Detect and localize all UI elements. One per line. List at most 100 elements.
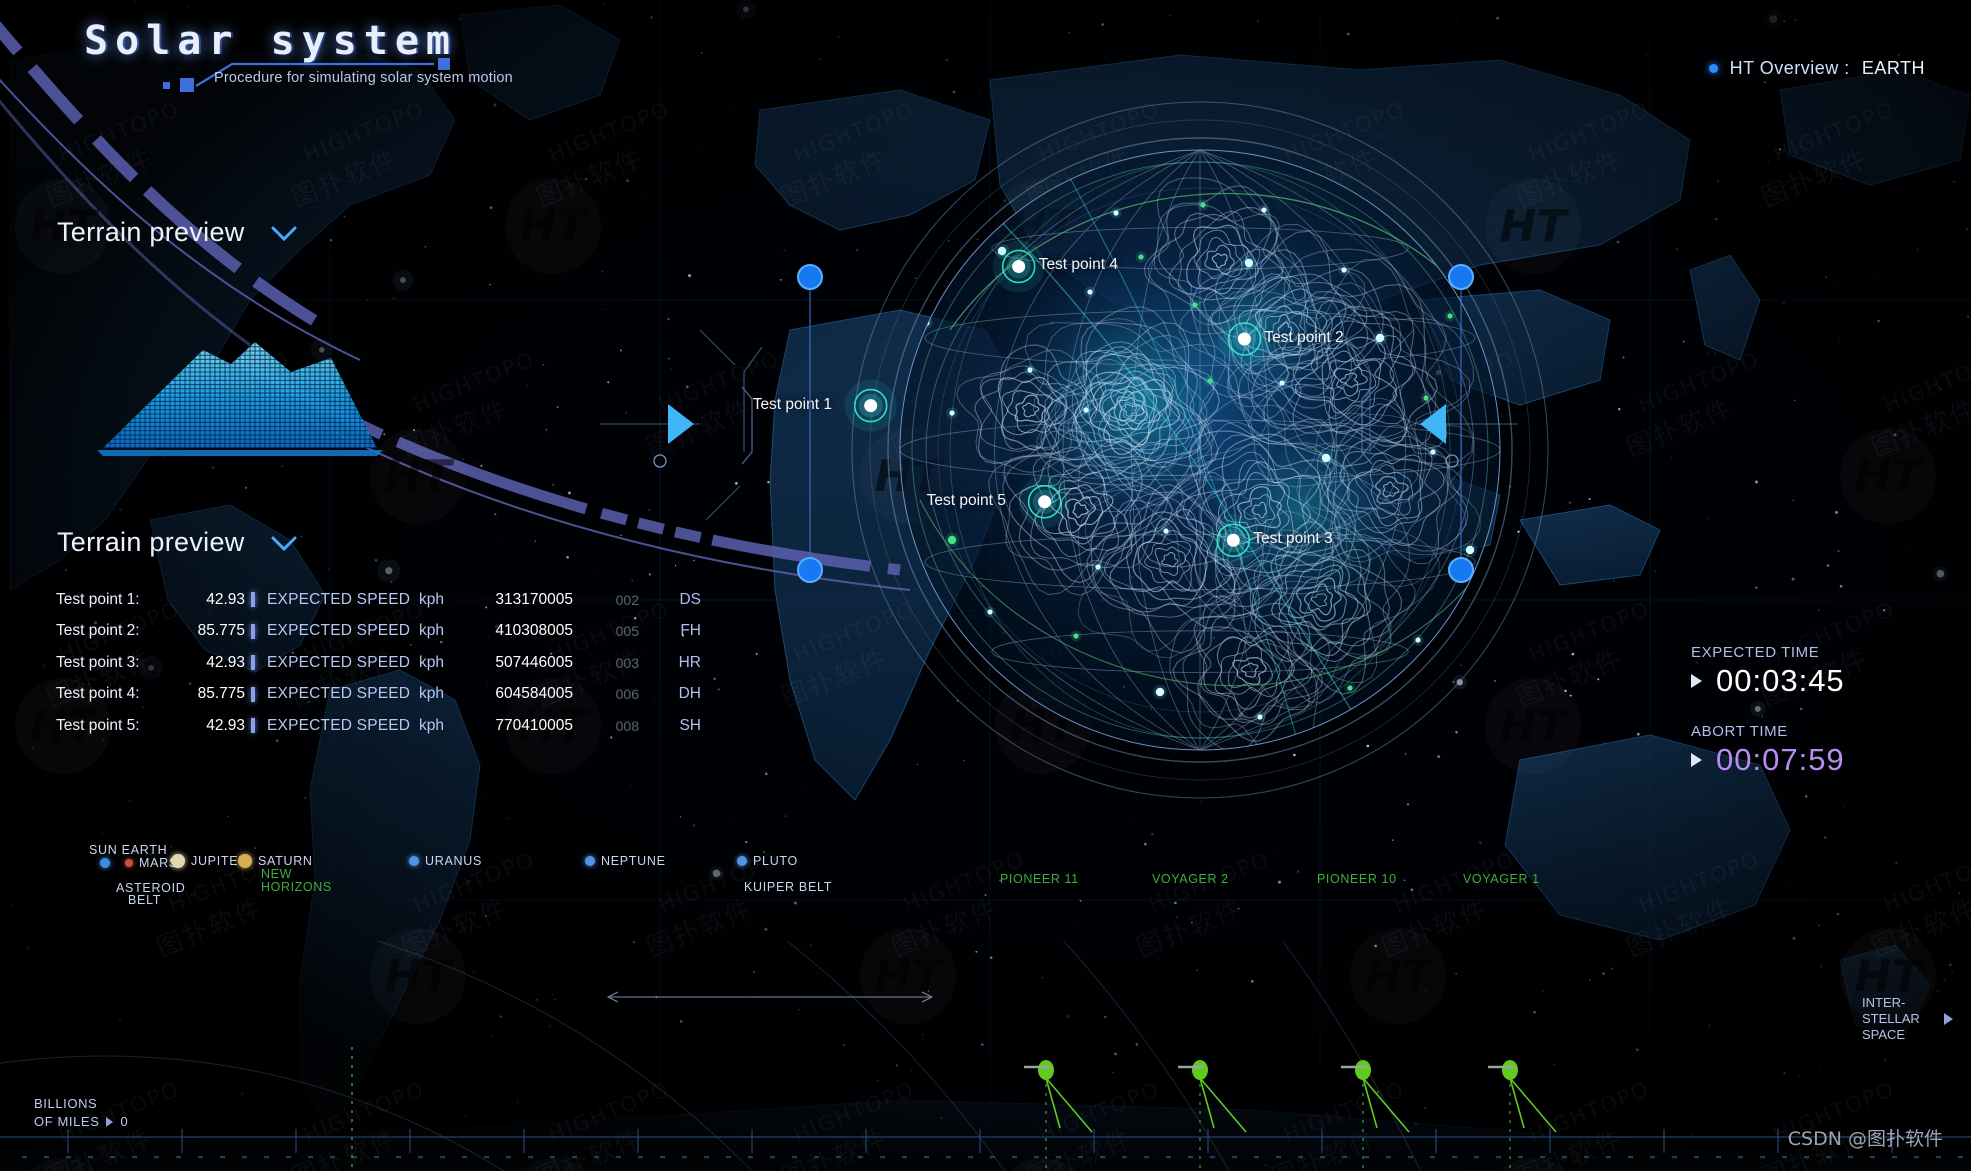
planet-dot-icon [100,858,110,868]
dashboard-root: HIGHTOPO 图扑软件 HT HIGHTOPO 图扑软件 HIGHTOPO 图扑软件 HT… [0,0,1971,1171]
status-dot-icon [1708,64,1718,73]
test-point-table: Test point 1: 42.93 EXPECTED SPEED kph 31317… [56,584,701,742]
table-row[interactable]: Test point 2: 85.775 EXPECTED SPEED kph 4103… [56,616,701,648]
row-value: 42.93 [206,590,245,608]
overview-label: HT Overview : [1729,58,1850,78]
chevron-down-icon[interactable] [271,225,297,241]
radar-test-point-label[interactable]: Test point 1 [753,396,832,414]
row-expected-speed-label: EXPECTED SPEED [267,716,411,734]
row-code: 006 [615,686,639,703]
row-abbr: SH [679,716,701,734]
row-expected-speed-label: EXPECTED SPEED [267,590,411,608]
play-triangle-icon[interactable] [1691,753,1702,767]
overview-indicator[interactable]: HT Overview : EARTH [1708,58,1925,79]
row-code: 003 [615,654,639,671]
row-number: 410308005 [495,622,573,640]
row-value: 42.93 [206,716,245,734]
row-expected-speed-label: EXPECTED SPEED [267,622,411,640]
row-test-point-name: Test point 2: [56,622,140,640]
expected-time-label: EXPECTED TIME [1691,644,1820,661]
row-test-point-name: Test point 1: [56,590,140,608]
terrain-preview-mesh [97,342,383,456]
planet-label-pluto: PLUTO [753,854,798,868]
solar-system-timeline [0,941,1971,1171]
row-code: 005 [615,623,639,640]
probe-label-pioneer-10: PIONEER 10 [1317,872,1397,886]
row-expected-speed-label: EXPECTED SPEED [267,685,411,703]
radar-test-point-label[interactable]: Test point 5 [927,492,1006,510]
timer-panel: EXPECTED TIME 00:03:45 ABORT TIME 00:07:… [1691,644,1927,778]
radar-test-point-label[interactable]: Test point 4 [1039,256,1118,274]
planet-label-neptune: NEPTUNE [601,854,666,868]
planet-dot-icon [238,854,252,868]
arrow-right-icon [106,1117,114,1127]
row-bar-indicator [251,686,267,702]
scale-legend-line-2: OF MILES [34,1114,100,1129]
row-abbr: HR [678,653,701,671]
kuiper-belt-label: KUIPER BELT [744,880,833,894]
abort-time-label: ABORT TIME [1691,723,1788,740]
row-number: 770410005 [495,716,573,734]
row-unit: kph [419,653,444,671]
row-unit: kph [419,622,444,640]
row-number: 313170005 [495,590,573,608]
new-horizons-label-line-1: NEW [261,867,292,881]
row-number: 604584005 [495,685,573,703]
planet-label-sun-earth: SUN EARTH [89,843,168,857]
table-row[interactable]: Test point 4: 85.775 EXPECTED SPEED kph 6045… [56,679,701,711]
probe-label-pioneer-11: PIONEER 11 [1000,872,1079,886]
planet-label-saturn: SATURN [258,854,313,868]
planet-dot-icon [125,859,133,867]
header-title-block: Solar system Procedure for simulating so… [84,18,513,86]
overview-value: EARTH [1861,58,1925,78]
scale-legend: BILLIONS OF MILES 0 [34,1095,128,1131]
abort-time-value: 00:07:59 [1716,742,1845,777]
row-bar-indicator [251,623,267,639]
page-subtitle: Procedure for simulating solar system mo… [214,70,513,86]
planet-dot-icon [585,856,595,866]
row-value: 85.775 [197,622,245,640]
row-number: 507446005 [495,653,573,671]
row-code: 002 [615,591,639,608]
scale-legend-value: 0 [120,1114,129,1129]
row-unit: kph [419,685,444,703]
abort-time-block: ABORT TIME 00:07:59 [1691,723,1927,778]
row-code: 008 [615,717,639,734]
row-expected-speed-label: EXPECTED SPEED [267,653,411,671]
radar-test-point-label[interactable]: Test point 2 [1264,329,1343,347]
row-bar-indicator [251,592,267,608]
row-test-point-name: Test point 3: [56,653,140,671]
row-bar-indicator [251,718,267,734]
row-test-point-name: Test point 5: [56,716,140,734]
row-unit: kph [419,716,444,734]
planet-dot-icon [737,856,747,866]
row-abbr: DH [678,685,701,703]
terrain-preview-panel-header-bottom[interactable]: Terrain preview [57,527,297,558]
planet-dot-icon [409,856,419,866]
table-row[interactable]: Test point 5: 42.93 EXPECTED SPEED kph 77041… [56,710,701,742]
asteroid-belt-label-line-2: BELT [128,893,162,907]
watermark-logo-icon: HT [505,178,601,274]
chevron-down-icon[interactable] [271,535,297,551]
watermark-logo-icon: HT [1840,428,1936,524]
row-value: 42.93 [206,653,245,671]
planet-dot-icon [171,854,185,868]
radar-test-point-label[interactable]: Test point 3 [1253,530,1332,548]
terrain-preview-label-bottom: Terrain preview [57,527,245,557]
probe-label-voyager-1: VOYAGER 1 [1463,872,1540,886]
row-bar-indicator [251,655,267,671]
radar-contour-visualization[interactable] [830,80,1570,820]
expected-time-value: 00:03:45 [1716,663,1845,698]
row-abbr: FH [680,622,701,640]
row-value: 85.775 [197,685,245,703]
table-row[interactable]: Test point 3: 42.93 EXPECTED SPEED kph 50744… [56,647,701,679]
play-triangle-icon[interactable] [1691,674,1702,688]
scale-legend-line-1: BILLIONS [34,1096,98,1111]
probe-label-voyager-2: VOYAGER 2 [1152,872,1229,886]
expected-time-block: EXPECTED TIME 00:03:45 [1691,644,1927,699]
planet-label-uranus: URANUS [425,854,482,868]
terrain-preview-panel-header-top[interactable]: Terrain preview [57,217,297,248]
table-row[interactable]: Test point 1: 42.93 EXPECTED SPEED kph 31317… [56,584,701,616]
row-unit: kph [419,590,444,608]
csdn-watermark: CSDN @图扑软件 [1787,1128,1943,1150]
